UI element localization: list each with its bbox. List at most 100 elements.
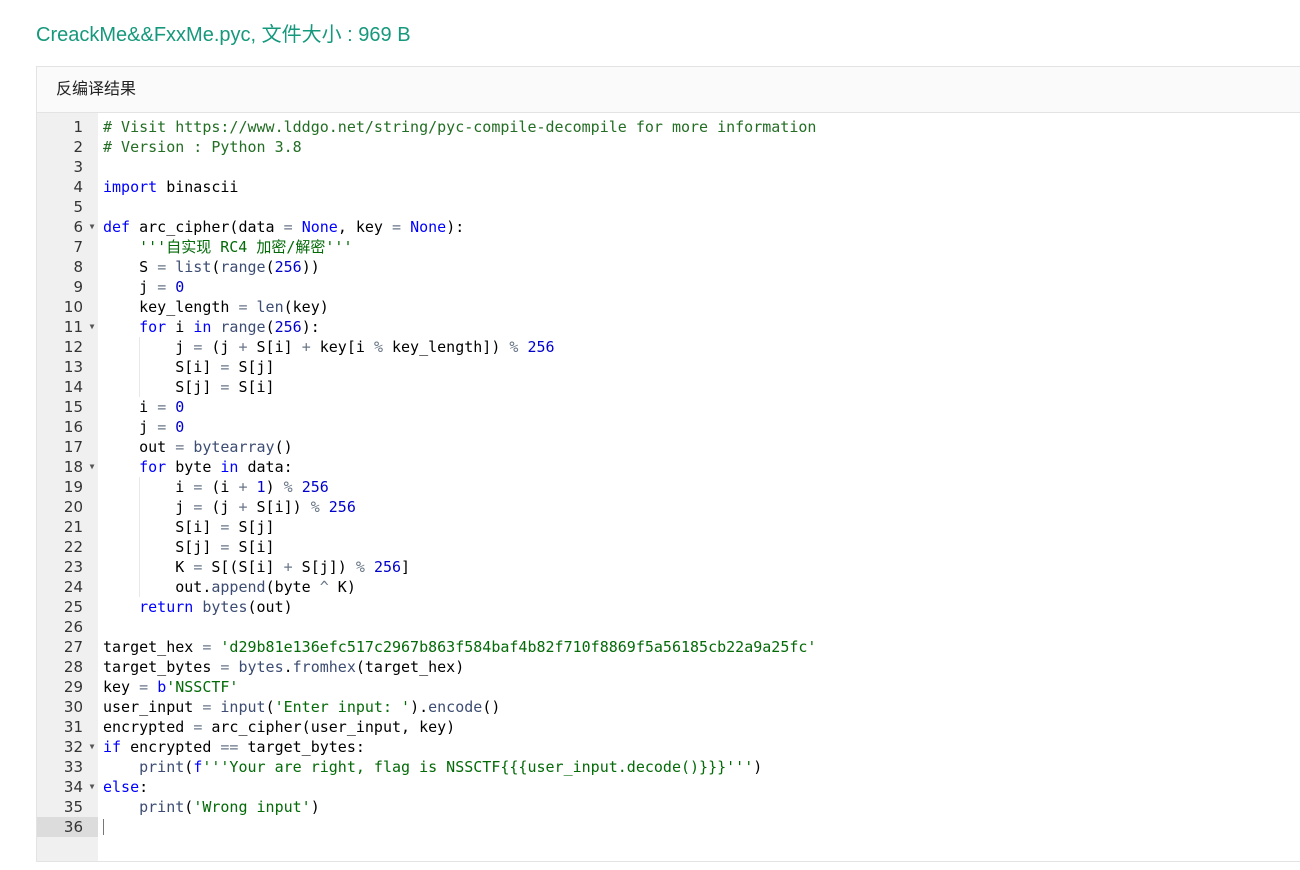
code-line[interactable]: 27 target_hex = 'd29b81e136efc517c2967b86… (37, 637, 1300, 657)
code-text: user_input = input('Enter input: ').enco… (103, 698, 501, 716)
code-content[interactable]: 1 # Visit https://www.lddgo.net/string/py… (37, 117, 1300, 837)
line-number: 13 (63, 358, 83, 376)
line-number: 35 (63, 798, 83, 816)
line-number: 7 (73, 238, 83, 256)
code-text: j = (j + S[i]) % 256 (103, 498, 356, 516)
code-text: print('Wrong input') (139, 798, 320, 816)
code-line[interactable]: 29 key = b'NSSCTF' (37, 677, 1300, 697)
code-text: def arc_cipher(data = None, key = None): (103, 218, 465, 236)
code-line[interactable]: 32 ▼ if encrypted == target_bytes: (37, 737, 1300, 757)
line-number: 8 (73, 258, 83, 276)
code-text: target_bytes = bytes.fromhex(target_hex) (103, 658, 465, 676)
code-text: S[j] = S[i] (103, 378, 275, 396)
line-number: 10 (63, 298, 83, 316)
code-line[interactable]: 13 S[i] = S[j] (37, 357, 1300, 377)
line-number: 22 (63, 538, 83, 556)
fold-toggle-icon[interactable]: ▼ (87, 777, 97, 797)
code-text: key = b'NSSCTF' (103, 678, 239, 696)
code-text: S = list(range(256)) (103, 258, 320, 276)
code-line[interactable]: 9 j = 0 (37, 277, 1300, 297)
code-text: j = 0 (103, 418, 185, 436)
line-number: 21 (63, 518, 83, 536)
code-editor[interactable]: 1 # Visit https://www.lddgo.net/string/py… (37, 113, 1300, 861)
code-line[interactable]: 18 ▼ for byte in data: (37, 457, 1300, 477)
code-line[interactable]: 19 i = (i + 1) % 256 (37, 477, 1300, 497)
line-number: 30 (63, 698, 83, 716)
code-text: import binascii (103, 178, 239, 196)
line-number: 5 (73, 198, 83, 216)
line-number: 33 (63, 758, 83, 776)
code-line[interactable]: 1 # Visit https://www.lddgo.net/string/py… (37, 117, 1300, 137)
code-text: print(f'''Your are right, flag is NSSCTF… (139, 758, 763, 776)
code-line[interactable]: 30 user_input = input('Enter input: ').en… (37, 697, 1300, 717)
line-number: 20 (63, 498, 83, 516)
text-cursor (103, 819, 104, 835)
line-number: 25 (63, 598, 83, 616)
code-line[interactable]: 12 j = (j + S[i] + key[i % key_length]) … (37, 337, 1300, 357)
decompile-result-panel: 反编译结果 1 # Visit https://www.lddgo.net/str… (36, 66, 1300, 862)
line-number: 2 (73, 138, 83, 156)
line-number: 1 (73, 118, 83, 136)
code-text: S[j] = S[i] (103, 538, 275, 556)
code-line[interactable]: 36 (37, 817, 1300, 837)
line-number: 17 (63, 438, 83, 456)
code-line[interactable]: 2 # Version : Python 3.8 (37, 137, 1300, 157)
fold-toggle-icon[interactable]: ▼ (87, 457, 97, 477)
code-line[interactable]: 15 i = 0 (37, 397, 1300, 417)
code-text: else: (103, 778, 149, 796)
code-line[interactable]: 6 ▼ def arc_cipher(data = None, key = None… (37, 217, 1300, 237)
code-line[interactable]: 16 j = 0 (37, 417, 1300, 437)
code-line[interactable]: 7 '''自实现 RC4 加密/解密''' (37, 237, 1300, 257)
code-line[interactable]: 14 S[j] = S[i] (37, 377, 1300, 397)
code-line[interactable]: 26 (37, 617, 1300, 637)
code-text: return bytes(out) (139, 598, 293, 616)
line-number: 23 (63, 558, 83, 576)
code-line[interactable]: 25 return bytes(out) (37, 597, 1300, 617)
code-line[interactable]: 4 import binascii (37, 177, 1300, 197)
line-number: 19 (63, 478, 83, 496)
line-number: 26 (63, 618, 83, 636)
code-text: S[i] = S[j] (103, 518, 275, 536)
code-text: key_length = len(key) (103, 298, 329, 316)
code-line[interactable]: 20 j = (j + S[i]) % 256 (37, 497, 1300, 517)
line-number: 36 (37, 817, 98, 837)
code-text: # Visit https://www.lddgo.net/string/pyc… (103, 118, 817, 136)
line-number: 3 (73, 158, 83, 176)
line-number: 14 (63, 378, 83, 396)
code-line[interactable]: 21 S[i] = S[j] (37, 517, 1300, 537)
code-line[interactable]: 8 S = list(range(256)) (37, 257, 1300, 277)
code-text: out.append(byte ^ K) (103, 578, 356, 596)
code-line[interactable]: 23 K = S[(S[i] + S[j]) % 256] (37, 557, 1300, 577)
code-text: target_hex = 'd29b81e136efc517c2967b863f… (103, 638, 817, 656)
code-text: encrypted = arc_cipher(user_input, key) (103, 718, 456, 736)
code-text: if encrypted == target_bytes: (103, 738, 365, 756)
line-number: 31 (63, 718, 83, 736)
file-title: CreackMe&&FxxMe.pyc, 文件大小 : 969 B (36, 24, 411, 46)
code-line[interactable]: 34 ▼ else: (37, 777, 1300, 797)
code-line[interactable]: 33 print(f'''Your are right, flag is NSS… (37, 757, 1300, 777)
line-number: 27 (63, 638, 83, 656)
code-text: i = 0 (103, 398, 185, 416)
fold-toggle-icon[interactable]: ▼ (87, 737, 97, 757)
line-number: 24 (63, 578, 83, 596)
fold-toggle-icon[interactable]: ▼ (87, 317, 97, 337)
code-text: for byte in data: (139, 458, 293, 476)
code-line[interactable]: 24 out.append(byte ^ K) (37, 577, 1300, 597)
code-line[interactable]: 35 print('Wrong input') (37, 797, 1300, 817)
code-line[interactable]: 10 key_length = len(key) (37, 297, 1300, 317)
code-text: # Version : Python 3.8 (103, 138, 302, 156)
code-text: out = bytearray() (103, 438, 293, 456)
code-line[interactable]: 28 target_bytes = bytes.fromhex(target_he… (37, 657, 1300, 677)
code-line[interactable]: 31 encrypted = arc_cipher(user_input, key… (37, 717, 1300, 737)
line-number: 29 (63, 678, 83, 696)
code-text: '''自实现 RC4 加密/解密''' (139, 238, 353, 256)
code-text: for i in range(256): (139, 318, 320, 336)
code-line[interactable]: 3 (37, 157, 1300, 177)
code-line[interactable]: 5 (37, 197, 1300, 217)
fold-toggle-icon[interactable]: ▼ (87, 217, 97, 237)
code-text: i = (i + 1) % 256 (103, 478, 329, 496)
code-line[interactable]: 17 out = bytearray() (37, 437, 1300, 457)
code-line[interactable]: 11 ▼ for i in range(256): (37, 317, 1300, 337)
code-line[interactable]: 22 S[j] = S[i] (37, 537, 1300, 557)
code-text: S[i] = S[j] (103, 358, 275, 376)
